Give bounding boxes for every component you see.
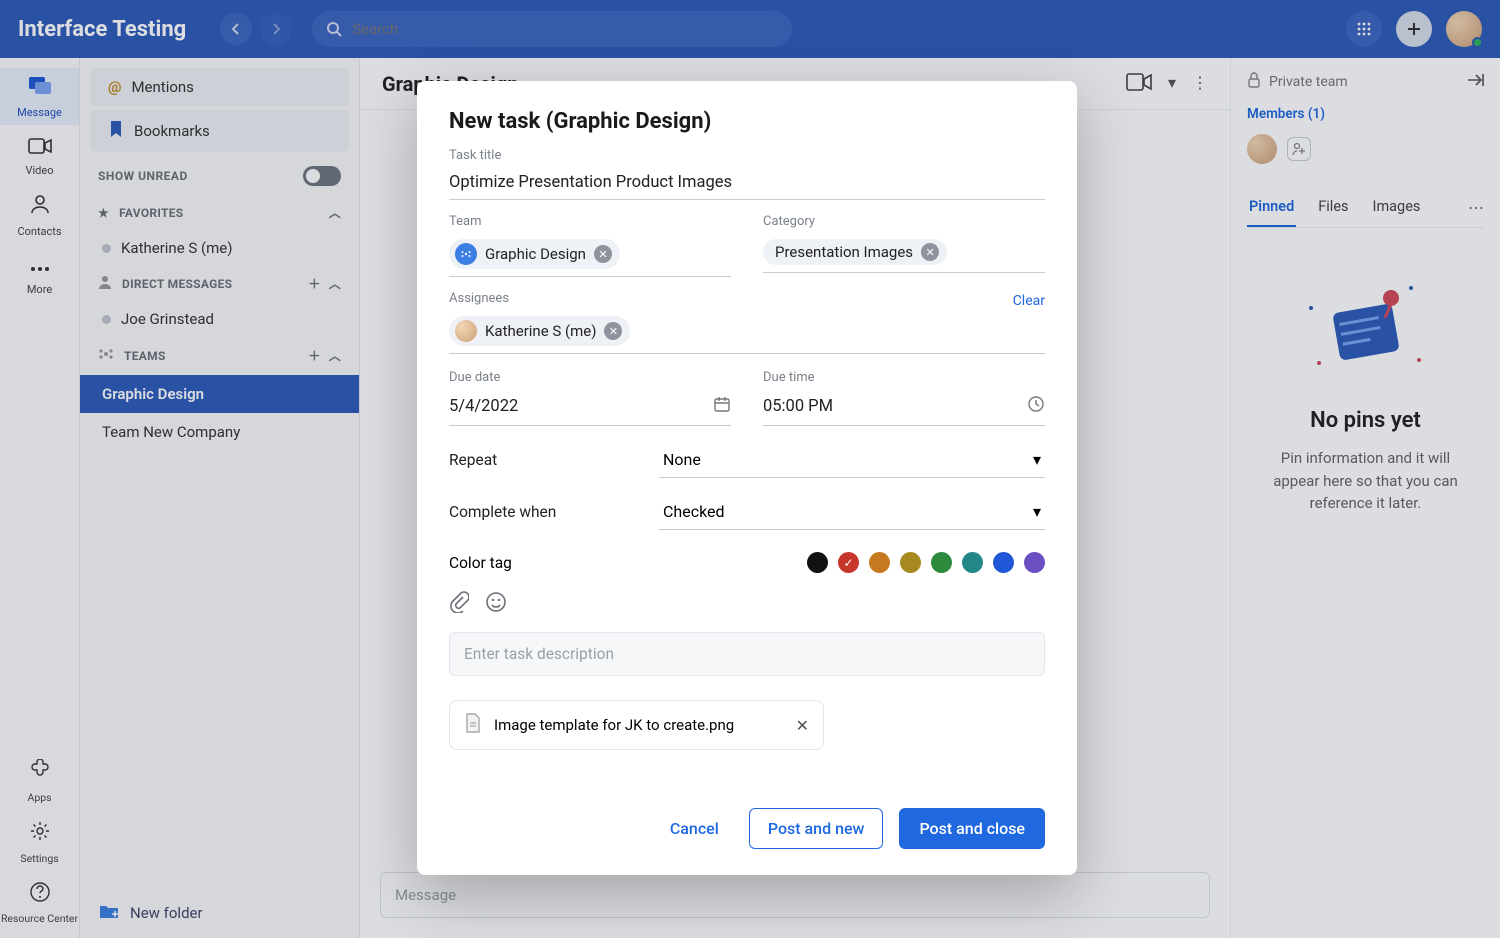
category-field[interactable]: Presentation Images ✕ bbox=[763, 233, 1045, 273]
due-date-label: Due date bbox=[449, 370, 731, 385]
due-date-input[interactable]: 5/4/2022 bbox=[449, 389, 731, 426]
task-description-input[interactable]: Enter task description bbox=[449, 632, 1045, 676]
clock-icon[interactable] bbox=[1027, 395, 1045, 418]
desc-placeholder: Enter task description bbox=[464, 645, 614, 663]
assignee-chip-label: Katherine S (me) bbox=[485, 322, 596, 340]
team-chip-label: Graphic Design bbox=[485, 245, 586, 263]
assignees-label: Assignees bbox=[449, 291, 509, 306]
attach-icon[interactable] bbox=[449, 591, 469, 618]
repeat-select[interactable]: None ▾ bbox=[659, 442, 1045, 478]
attachment-chip: Image template for JK to create.png ✕ bbox=[449, 700, 824, 750]
assignees-field[interactable]: Katherine S (me) ✕ bbox=[449, 310, 1045, 354]
team-chip: Graphic Design ✕ bbox=[449, 239, 620, 269]
color-swatch[interactable] bbox=[807, 552, 828, 573]
post-and-close-button[interactable]: Post and close bbox=[899, 808, 1045, 849]
team-chip-remove[interactable]: ✕ bbox=[594, 245, 612, 263]
category-chip-remove[interactable]: ✕ bbox=[921, 243, 939, 261]
cancel-button[interactable]: Cancel bbox=[656, 809, 733, 848]
category-label: Category bbox=[763, 214, 1045, 229]
color-swatch[interactable] bbox=[838, 552, 859, 573]
post-and-new-button[interactable]: Post and new bbox=[749, 808, 884, 849]
repeat-label: Repeat bbox=[449, 451, 659, 469]
clear-assignees[interactable]: Clear bbox=[1013, 293, 1045, 309]
task-title-value: Optimize Presentation Product Images bbox=[449, 173, 732, 192]
color-tag-label: Color tag bbox=[449, 554, 512, 572]
assignee-avatar bbox=[455, 320, 477, 342]
color-swatches bbox=[807, 552, 1045, 573]
team-field[interactable]: Graphic Design ✕ bbox=[449, 233, 731, 277]
modal-title: New task (Graphic Design) bbox=[449, 109, 1045, 134]
color-swatch[interactable] bbox=[993, 552, 1014, 573]
team-label: Team bbox=[449, 214, 731, 229]
task-title-label: Task title bbox=[449, 148, 1045, 163]
team-chip-icon bbox=[455, 243, 477, 265]
due-date-value: 5/4/2022 bbox=[449, 397, 518, 416]
calendar-icon[interactable] bbox=[713, 395, 731, 418]
chevron-down-icon: ▾ bbox=[1033, 450, 1041, 469]
assignee-chip-remove[interactable]: ✕ bbox=[604, 322, 622, 340]
color-swatch[interactable] bbox=[869, 552, 890, 573]
category-chip: Presentation Images ✕ bbox=[763, 239, 947, 265]
task-title-input[interactable]: Optimize Presentation Product Images bbox=[449, 167, 1045, 200]
new-task-modal: New task (Graphic Design) Task title Opt… bbox=[417, 81, 1077, 875]
due-time-value: 05:00 PM bbox=[763, 397, 833, 416]
complete-when-label: Complete when bbox=[449, 503, 659, 521]
complete-when-value: Checked bbox=[663, 502, 725, 521]
assignee-chip: Katherine S (me) ✕ bbox=[449, 316, 630, 346]
emoji-icon[interactable] bbox=[485, 591, 507, 618]
complete-when-select[interactable]: Checked ▾ bbox=[659, 494, 1045, 530]
file-icon bbox=[464, 713, 482, 737]
category-chip-label: Presentation Images bbox=[775, 243, 913, 261]
attachment-name: Image template for JK to create.png bbox=[494, 716, 734, 734]
repeat-value: None bbox=[663, 450, 701, 469]
color-swatch[interactable] bbox=[900, 552, 921, 573]
color-swatch[interactable] bbox=[931, 552, 952, 573]
due-time-input[interactable]: 05:00 PM bbox=[763, 389, 1045, 426]
chevron-down-icon: ▾ bbox=[1033, 502, 1041, 521]
color-swatch[interactable] bbox=[962, 552, 983, 573]
color-swatch[interactable] bbox=[1024, 552, 1045, 573]
attachment-remove[interactable]: ✕ bbox=[796, 716, 809, 735]
due-time-label: Due time bbox=[763, 370, 1045, 385]
